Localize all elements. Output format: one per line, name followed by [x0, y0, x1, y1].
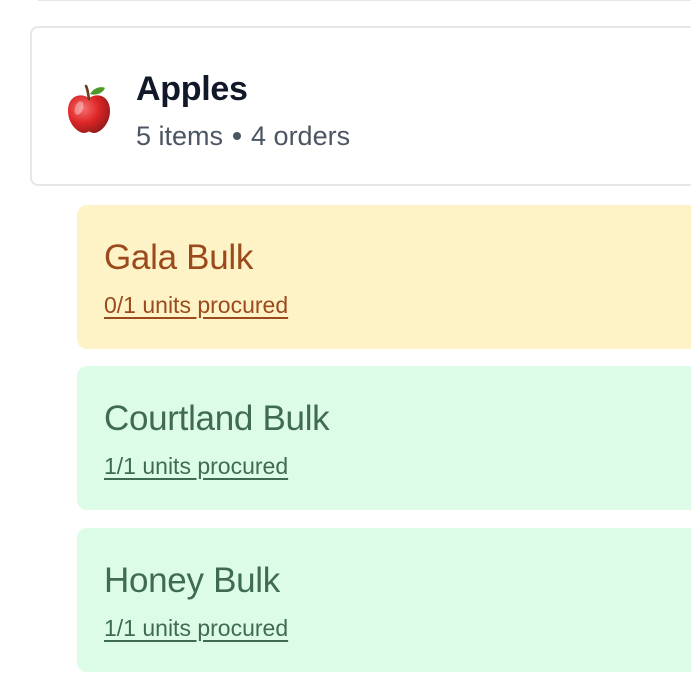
item-name: Courtland Bulk: [104, 399, 330, 438]
group-summary: 5 items 4 orders: [136, 116, 350, 156]
procurement-status-link[interactable]: 1/1 units procured: [104, 612, 288, 644]
procurement-status-link[interactable]: 0/1 units procured: [104, 289, 288, 321]
separator-dot: [233, 131, 242, 140]
item-name: Honey Bulk: [104, 561, 280, 600]
procurement-status-link[interactable]: 1/1 units procured: [104, 450, 288, 482]
item-card[interactable]: Gala Bulk 0/1 units procured: [77, 205, 691, 349]
top-divider: [38, 0, 691, 1]
item-card[interactable]: Honey Bulk 1/1 units procured: [77, 528, 691, 672]
order-count: 4 orders: [251, 121, 351, 151]
group-title: Apples: [136, 70, 248, 108]
red-apple-icon: [66, 84, 112, 134]
item-count: 5 items: [136, 121, 224, 151]
product-group-header[interactable]: Apples 5 items 4 orders: [30, 26, 691, 186]
item-name: Gala Bulk: [104, 238, 254, 277]
item-card[interactable]: Courtland Bulk 1/1 units procured: [77, 366, 691, 510]
